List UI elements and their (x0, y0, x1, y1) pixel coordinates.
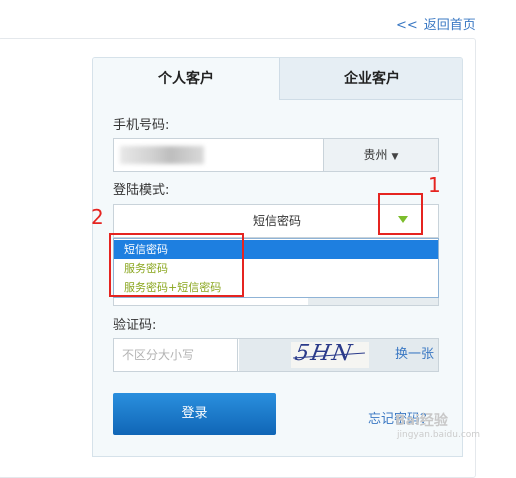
annotation-number-2: 2 (91, 205, 104, 229)
captcha-area: 5HN 换一张 (239, 339, 438, 371)
annotation-box-options (109, 233, 244, 297)
double-chevron-left-icon: << (396, 18, 418, 33)
region-select[interactable]: 贵州 ▼ (323, 139, 438, 171)
customer-tabs: 个人客户 企业客户 (93, 58, 462, 100)
obscured-button (308, 298, 438, 305)
phone-number-redacted (120, 146, 204, 164)
watermark: Bai经验 jingyan.baidu.com (395, 410, 480, 440)
captcha-label: 验证码: (113, 318, 157, 333)
caret-down-icon: ▼ (391, 152, 399, 162)
login-mode-label: 登陆模式: (113, 183, 170, 198)
phone-field[interactable]: 贵州 ▼ (113, 138, 439, 172)
region-value: 贵州 (363, 148, 388, 162)
tab-personal[interactable]: 个人客户 (93, 58, 279, 100)
back-home-label: 返回首页 (423, 18, 476, 33)
annotation-number-1: 1 (428, 173, 441, 197)
annotation-box-caret (378, 193, 423, 235)
watermark-sub: jingyan.baidu.com (397, 430, 481, 440)
refresh-captcha-link[interactable]: 换一张 (395, 339, 434, 371)
phone-label: 手机号码: (113, 118, 170, 133)
captcha-field: 5HN 换一张 (113, 338, 439, 372)
obscured-password-row (113, 298, 439, 306)
back-home-link[interactable]: << 返回首页 (396, 14, 476, 33)
watermark-text: Bai经验 (395, 413, 448, 429)
captcha-input[interactable] (114, 339, 238, 371)
login-button[interactable]: 登录 (113, 393, 276, 435)
tab-enterprise[interactable]: 企业客户 (279, 58, 462, 100)
captcha-image[interactable]: 5HN (291, 341, 369, 368)
